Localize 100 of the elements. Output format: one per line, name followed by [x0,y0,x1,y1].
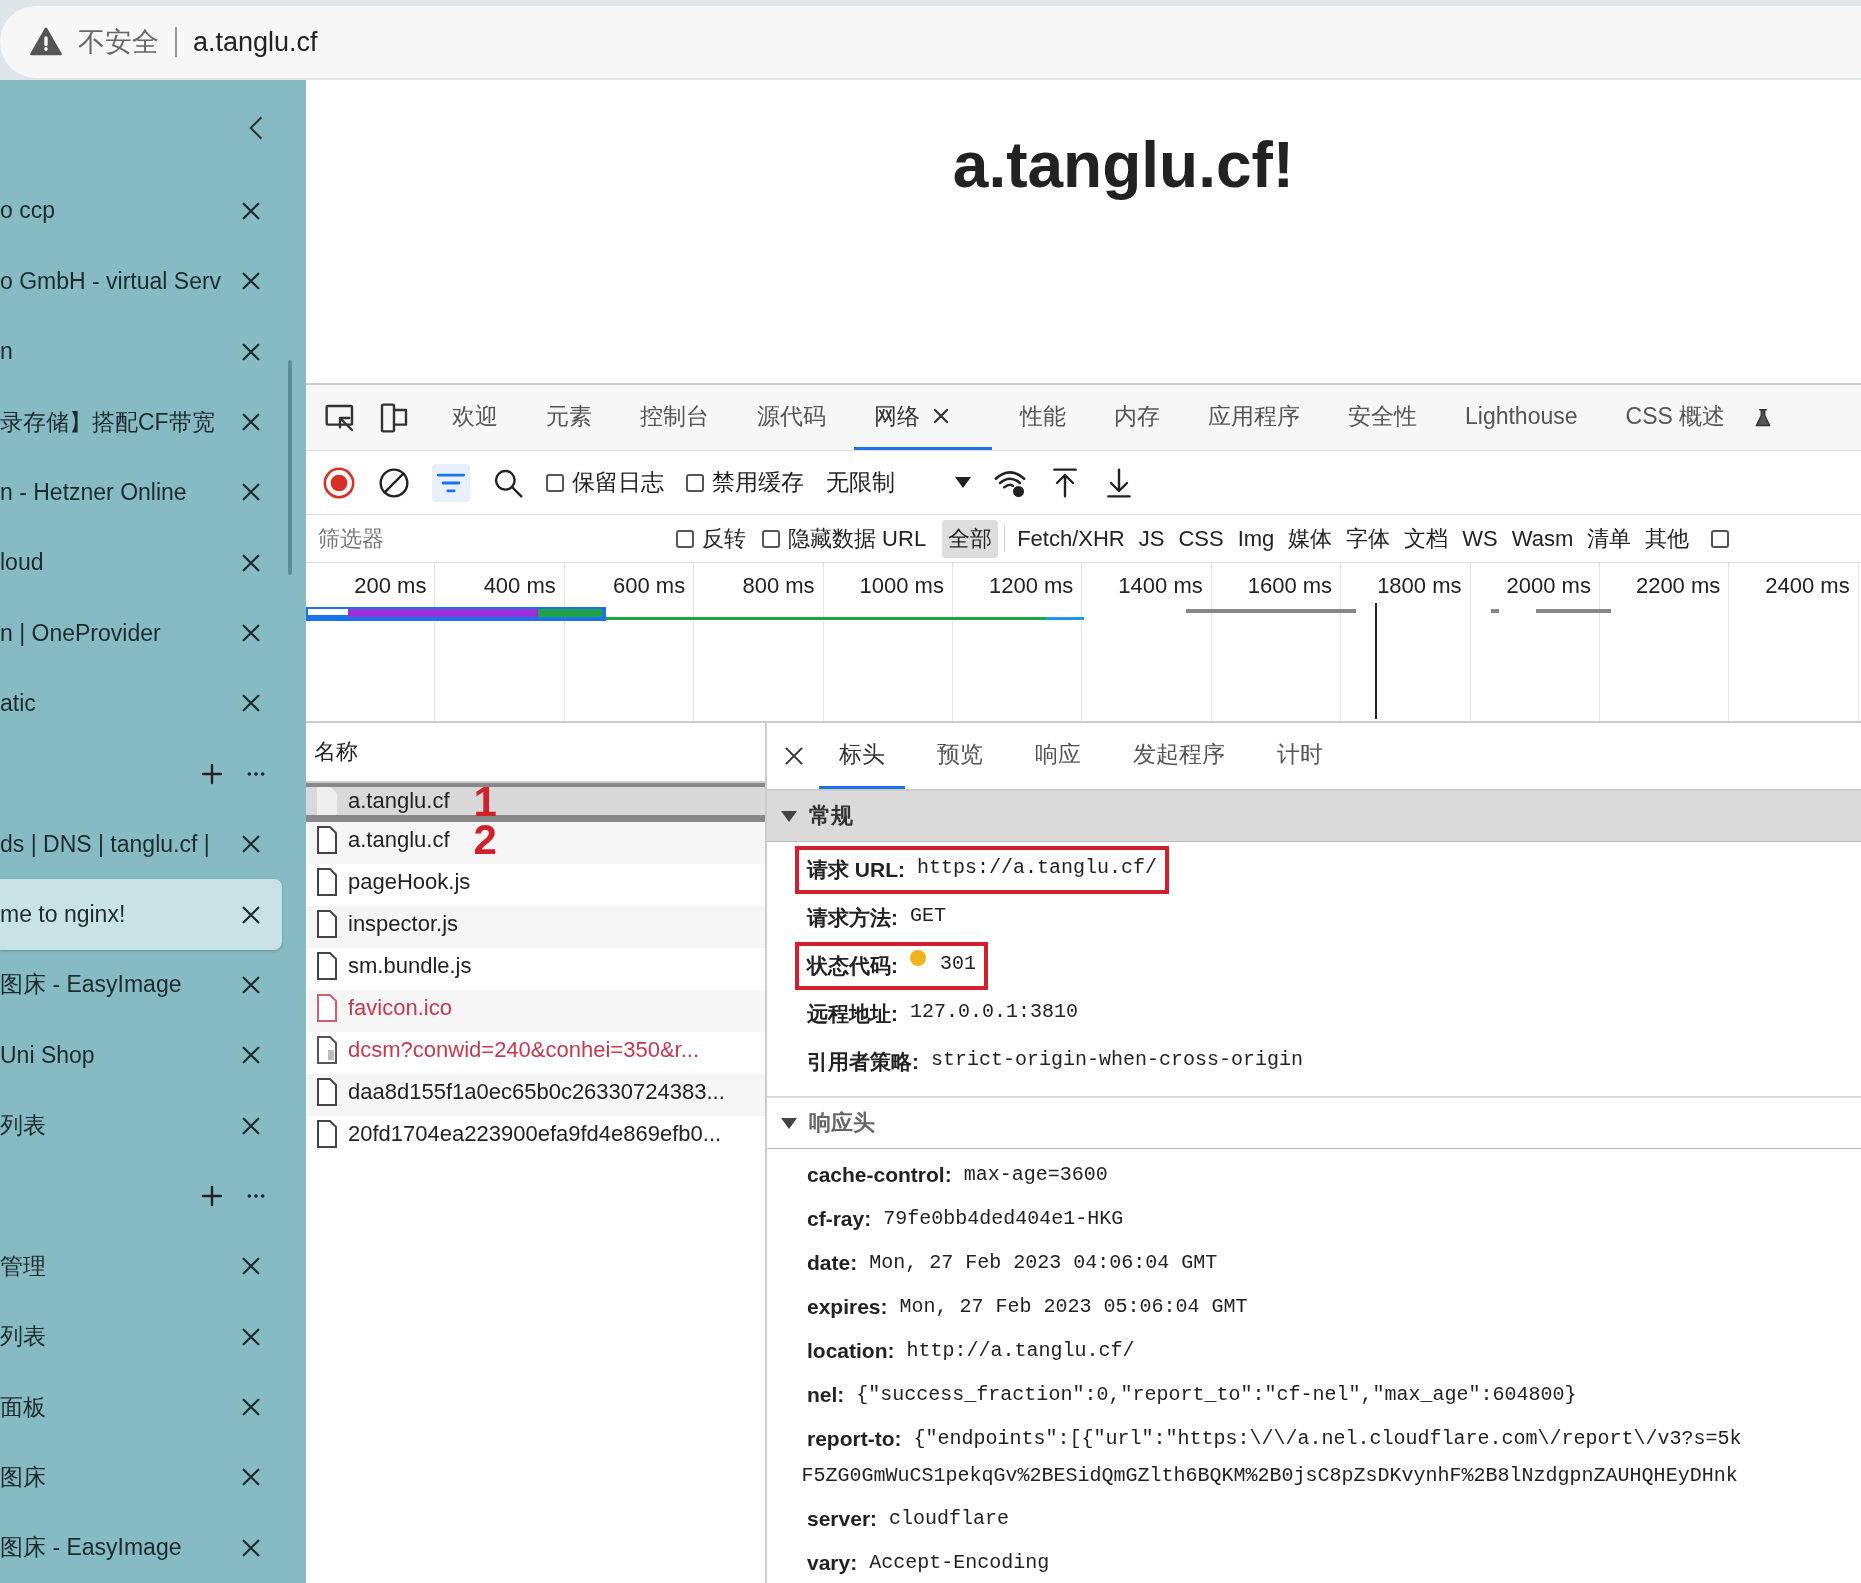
checkbox[interactable] [676,529,694,548]
plus-icon[interactable] [200,1183,224,1208]
column-header[interactable]: 名称 [314,737,358,767]
type-filter-button[interactable]: 清单 [1581,519,1638,558]
request-row[interactable]: a.tanglu.cf 1 [306,783,765,822]
file-icon [316,951,338,980]
annotation-number: 2 [473,822,497,857]
throttling-dropdown[interactable]: 无限制 [826,467,971,498]
warning-icon[interactable] [30,26,62,58]
devtools-tab[interactable]: 源代码 [737,385,846,450]
tick-label: 1400 ms [1118,573,1203,600]
header-row-text: 请求方法: GET [805,903,947,931]
sidebar-tab[interactable]: 列表 [0,1090,282,1161]
filter-icon[interactable] [432,463,470,502]
checkbox[interactable] [546,473,564,492]
header-row-text: location: http://a.tanglu.cf/ [806,1338,1136,1364]
sidebar-tab[interactable]: o ccp [0,175,282,247]
type-filter-button[interactable]: JS [1132,521,1171,556]
tick-label: 1800 ms [1377,573,1462,600]
sidebar-tab[interactable]: 录存储】搭配CF带宽 [0,386,282,458]
tick-label: 800 ms [742,573,815,600]
checkbox[interactable] [762,529,780,548]
sidebar-tab[interactable]: atic [0,668,282,739]
sidebar-tab[interactable]: 列表 [0,1301,282,1372]
devtools-tab[interactable]: 安全性 [1328,385,1437,450]
sidebar-tab[interactable]: ds | DNS | tanglu.cf | [0,809,282,880]
sidebar-tab[interactable]: Uni Shop [0,1020,282,1091]
tick-label: 600 ms [613,573,686,600]
details-tab[interactable]: 计时 [1257,723,1343,789]
details-tab[interactable]: 预览 [917,723,1003,789]
plus-icon[interactable] [200,761,224,786]
tick-label: 2400 ms [1765,573,1850,600]
type-filter-button[interactable]: 字体 [1340,519,1397,558]
type-filter-button[interactable]: 全部 [942,519,999,558]
checkbox[interactable] [686,473,704,492]
section-header[interactable]: 响应头 [767,1098,1861,1149]
type-filter-button[interactable]: CSS [1172,521,1230,556]
type-filter-button[interactable]: Wasm [1505,521,1580,556]
sidebar-tab[interactable]: 图床 [0,1442,282,1513]
devtools-tab[interactable]: Lighthouse [1445,385,1598,450]
header-row-text: vary: Accept-Encoding [806,1550,1051,1576]
sidebar-tab[interactable]: 管理 [0,1231,282,1302]
page-heading: a.tanglu.cf! [952,128,1295,203]
devtools-tab[interactable]: 网络 [854,385,992,450]
request-row[interactable]: dcsm?conwid=240&conhei=350&r... [306,1032,765,1074]
request-row[interactable]: pageHook.js [306,864,765,906]
type-filter-button[interactable]: Img [1231,521,1281,556]
type-filter-button[interactable]: 文档 [1398,519,1455,558]
security-label[interactable]: 不安全 [78,24,159,60]
details-tab[interactable]: 发起程序 [1113,723,1245,789]
file-icon [316,1119,338,1148]
type-filter-button[interactable]: WS [1456,521,1504,556]
sidebar-tab[interactable]: me to nginx! [0,879,282,950]
record-icon[interactable] [322,465,356,500]
sidebar-tab[interactable]: 面板 [0,1371,282,1443]
close-icon[interactable] [240,411,262,433]
checkbox-label[interactable]: 保留日志 [572,467,664,498]
request-row[interactable]: inspector.js [306,906,765,948]
device-icon[interactable] [378,401,410,434]
sidebar-tab[interactable]: n | OneProvider [0,597,282,669]
sidebar-tab[interactable]: n [0,316,282,387]
header-row-text: cache-control: max-age=3600 [806,1162,1109,1188]
highlighted-header-row: 状态代码: 301 [795,942,988,990]
section-header[interactable]: 常规 [767,791,1861,842]
type-filter-button[interactable]: 其他 [1639,519,1696,558]
tick-label: 2000 ms [1506,573,1591,600]
sidebar-tab[interactable]: o GmbH - virtual Serv [0,246,282,317]
close-icon[interactable] [932,407,950,425]
request-row[interactable]: a.tanglu.cf 2 [306,822,765,864]
sidebar-tab[interactable]: loud [0,527,282,598]
checkbox-label[interactable]: 反转 [702,523,746,554]
file-icon [316,1077,338,1106]
devtools-tab[interactable]: 控制台 [620,385,729,450]
request-row[interactable]: sm.bundle.js [306,948,765,990]
caret-icon[interactable] [955,476,971,489]
type-filter-button[interactable]: Fetch/XHR [1011,521,1131,556]
scrollbar[interactable] [288,360,292,575]
devtools-tab[interactable]: 元素 [526,385,612,450]
status-dot-icon [910,950,926,966]
request-row[interactable]: favicon.ico [306,990,765,1032]
sidebar-tab[interactable]: n - Hetzner Online [0,457,282,528]
request-row[interactable]: 20fd1704ea223900efa9fd4e869efb0... [306,1116,765,1158]
clear-icon[interactable] [378,466,410,499]
file-icon [316,787,338,815]
devtools-tab[interactable]: 性能 [1000,385,1086,450]
checkbox-label[interactable]: 禁用缓存 [712,467,804,498]
devtools-tab[interactable]: 应用程序 [1188,385,1320,450]
sidebar-tab[interactable]: 图床 - EasyImage [0,949,282,1021]
request-row[interactable]: daa8d155f1a0ec65b0c26330724383... [306,1074,765,1116]
devtools-tab[interactable]: CSS 概述 [1605,385,1746,450]
details-tab[interactable]: 响应 [1015,723,1101,789]
filter-input[interactable]: 筛选器 [316,524,660,553]
tick-label: 400 ms [483,573,556,600]
checkbox-label[interactable]: 隐藏数据 URL [788,523,927,554]
devtools-tab[interactable]: 欢迎 [432,385,518,450]
url-text[interactable]: a.tanglu.cf [193,26,318,58]
checkbox[interactable] [1711,529,1730,548]
type-filter-button[interactable]: 媒体 [1282,519,1339,558]
devtools-tab[interactable]: 内存 [1094,385,1180,450]
sidebar-tab[interactable]: 图床 - EasyImage [0,1512,282,1583]
